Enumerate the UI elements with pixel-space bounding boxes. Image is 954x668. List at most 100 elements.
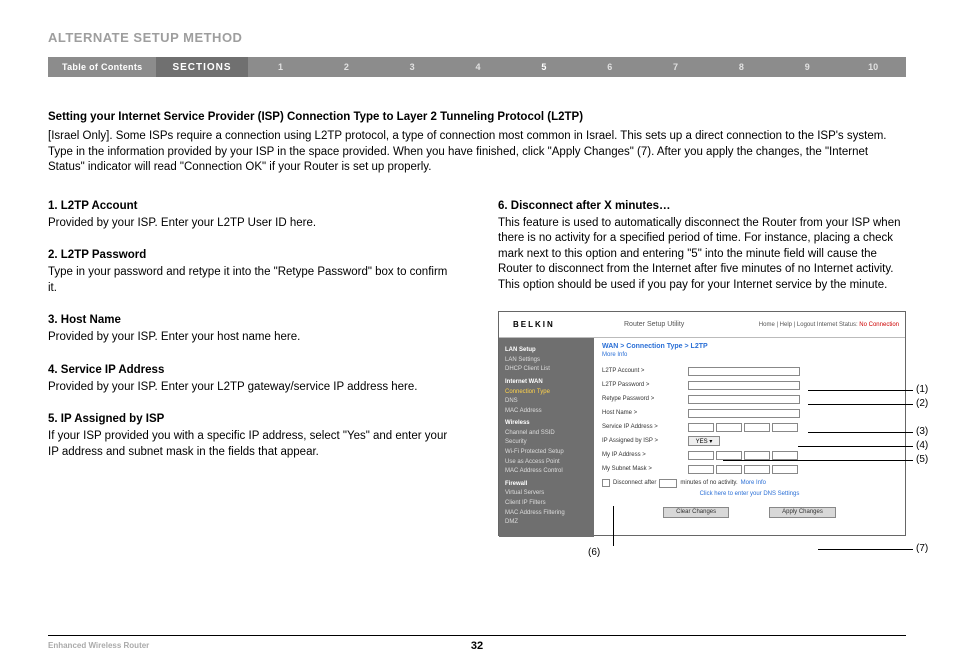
ss-input-pw[interactable] xyxy=(688,381,800,390)
ss-side-item[interactable]: DNS xyxy=(505,397,588,407)
callout-line xyxy=(613,506,614,546)
ss-input-acct[interactable] xyxy=(688,367,800,376)
ss-side-item[interactable]: MAC Address xyxy=(505,407,588,417)
item-5-body: If your ISP provided you with a specific… xyxy=(48,429,454,460)
nav-num-7[interactable]: 7 xyxy=(643,62,709,72)
callout-1: (1) xyxy=(916,384,928,395)
ss-side-item[interactable]: Wi-Fi Protected Setup xyxy=(505,448,588,458)
callout-line xyxy=(818,549,913,550)
ss-main: WAN > Connection Type > L2TP More Info L… xyxy=(594,338,905,537)
ss-lbl-rpw: Retype Password > xyxy=(602,396,688,402)
ss-grp-wireless: Wireless xyxy=(505,419,588,429)
item-4-head: 4. Service IP Address xyxy=(48,364,454,376)
ss-input-mask[interactable] xyxy=(688,465,798,474)
ss-disconnect-checkbox[interactable] xyxy=(602,479,610,487)
section-nav: Table of Contents SECTIONS 1 2 3 4 5 6 7… xyxy=(48,57,906,77)
ss-disc-more[interactable]: More Info xyxy=(741,480,766,486)
ss-clear-button[interactable]: Clear Changes xyxy=(663,507,729,518)
item-1-head: 1. L2TP Account xyxy=(48,200,454,212)
item-6-body: This feature is used to automatically di… xyxy=(498,216,906,294)
ss-side-item[interactable]: LAN Settings xyxy=(505,356,588,366)
ss-lbl-sip: Service IP Address > xyxy=(602,424,688,430)
ss-lbl-acct: L2TP Account > xyxy=(602,368,688,374)
ss-disc-minutes-input[interactable] xyxy=(659,479,677,488)
nav-num-1[interactable]: 1 xyxy=(248,62,314,72)
ss-select-ipa[interactable]: YES ▾ xyxy=(688,436,720,446)
item-1-body: Provided by your ISP. Enter your L2TP Us… xyxy=(48,216,454,232)
right-column: 6. Disconnect after X minutes… This feat… xyxy=(498,200,906,537)
callout-2: (2) xyxy=(916,398,928,409)
lead-body: [Israel Only]. Some ISPs require a conne… xyxy=(48,129,906,176)
ss-lbl-myip: My IP Address > xyxy=(602,452,688,458)
left-column: 1. L2TP Account Provided by your ISP. En… xyxy=(48,200,454,537)
ss-breadcrumb: WAN > Connection Type > L2TP xyxy=(602,343,897,350)
ss-disconnect-row: Disconnect after minutes of no activity.… xyxy=(602,479,897,488)
callout-7: (7) xyxy=(916,543,928,554)
item-3-body: Provided by your ISP. Enter your host na… xyxy=(48,330,454,346)
item-3-head: 3. Host Name xyxy=(48,314,454,326)
callout-line xyxy=(808,432,913,433)
nav-num-10[interactable]: 10 xyxy=(840,62,906,72)
ss-side-item[interactable]: Channel and SSID xyxy=(505,429,588,439)
callout-3: (3) xyxy=(916,426,928,437)
ss-side-item[interactable]: Client IP Filters xyxy=(505,499,588,509)
ss-disc-pre: Disconnect after xyxy=(613,480,656,486)
ss-status-links[interactable]: Home | Help | Logout Internet Status: xyxy=(759,322,858,328)
footer-page-number: 32 xyxy=(471,640,483,652)
ss-logo: BELKIN xyxy=(499,320,594,329)
ss-input-sip[interactable] xyxy=(688,423,798,432)
item-4-body: Provided by your ISP. Enter your L2TP ga… xyxy=(48,380,454,396)
ss-lbl-ipa: IP Assigned by ISP > xyxy=(602,438,688,444)
nav-num-8[interactable]: 8 xyxy=(708,62,774,72)
ss-side-item[interactable]: DHCP Client List xyxy=(505,365,588,375)
item-2-body: Type in your password and retype it into… xyxy=(48,265,454,296)
nav-num-6[interactable]: 6 xyxy=(577,62,643,72)
callout-5: (5) xyxy=(916,454,928,465)
ss-title: Router Setup Utility xyxy=(594,321,759,328)
ss-lbl-host: Host Name > xyxy=(602,410,688,416)
ss-lbl-mask: My Subnet Mask > xyxy=(602,466,688,472)
nav-num-3[interactable]: 3 xyxy=(379,62,445,72)
ss-grp-firewall: Firewall xyxy=(505,480,588,490)
footer-product-name: Enhanced Wireless Router xyxy=(48,641,149,650)
ss-input-host[interactable] xyxy=(688,409,800,418)
item-5-head: 5. IP Assigned by ISP xyxy=(48,413,454,425)
callout-4: (4) xyxy=(916,440,928,451)
ss-input-myip[interactable] xyxy=(688,451,798,460)
ss-status-value: No Connection xyxy=(859,322,899,328)
ss-side-item[interactable]: Security xyxy=(505,438,588,448)
ss-side-item[interactable]: MAC Address Control xyxy=(505,467,588,477)
ss-apply-button[interactable]: Apply Changes xyxy=(769,507,836,518)
ss-grp-lan: LAN Setup xyxy=(505,346,588,356)
ss-side-item[interactable]: DMZ xyxy=(505,518,588,528)
nav-num-4[interactable]: 4 xyxy=(445,62,511,72)
nav-toc[interactable]: Table of Contents xyxy=(48,62,156,72)
ss-more-info[interactable]: More Info xyxy=(602,352,897,358)
ss-dns-link[interactable]: Click here to enter your DNS Settings xyxy=(602,491,897,497)
section-title: ALTERNATE SETUP METHOD xyxy=(48,30,906,45)
nav-num-5[interactable]: 5 xyxy=(511,62,577,72)
nav-sections-label: SECTIONS xyxy=(156,57,247,77)
ss-disc-post: minutes of no activity. xyxy=(680,480,737,486)
router-screenshot: BELKIN Router Setup Utility Home | Help … xyxy=(498,311,906,536)
item-6-head: 6. Disconnect after X minutes… xyxy=(498,200,906,212)
ss-sidebar: LAN Setup LAN Settings DHCP Client List … xyxy=(499,338,594,537)
ss-input-rpw[interactable] xyxy=(688,395,800,404)
callout-line xyxy=(808,390,913,391)
nav-num-9[interactable]: 9 xyxy=(774,62,840,72)
callout-6: (6) xyxy=(588,547,600,558)
ss-grp-wan: Internet WAN xyxy=(505,378,588,388)
callout-line xyxy=(808,404,913,405)
ss-lbl-pw: L2TP Password > xyxy=(602,382,688,388)
item-2-head: 2. L2TP Password xyxy=(48,249,454,261)
ss-side-item[interactable]: Virtual Servers xyxy=(505,489,588,499)
ss-side-item[interactable]: Use as Access Point xyxy=(505,458,588,468)
ss-status: Home | Help | Logout Internet Status: No… xyxy=(759,322,905,328)
nav-num-2[interactable]: 2 xyxy=(313,62,379,72)
footer: Enhanced Wireless Router 32 xyxy=(48,635,906,650)
ss-side-item-current[interactable]: Connection Type xyxy=(505,388,588,398)
callout-line xyxy=(723,460,913,461)
lead-title: Setting your Internet Service Provider (… xyxy=(48,111,906,123)
ss-side-item[interactable]: MAC Address Filtering xyxy=(505,509,588,519)
callout-line xyxy=(798,446,913,447)
